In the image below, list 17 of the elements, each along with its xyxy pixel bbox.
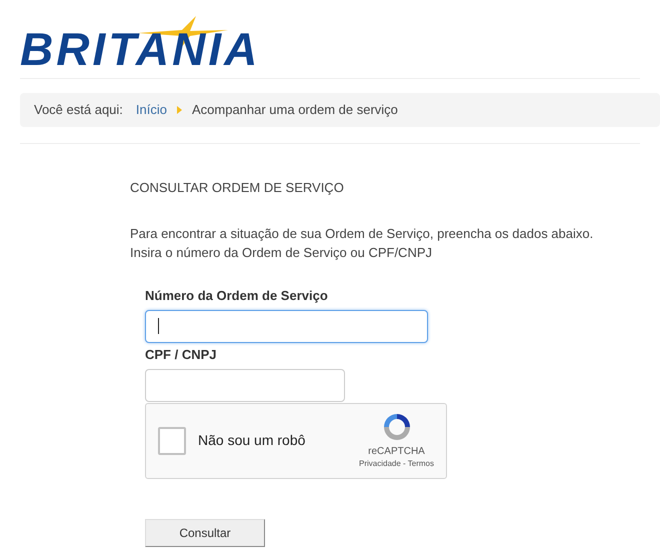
input-field[interactable] <box>145 368 345 402</box>
captcha-brand: reCAPTCHA <box>368 446 425 458</box>
breadcrumb-prefix: Você está aqui: <box>34 101 123 120</box>
logo: BRITANIA <box>20 16 266 74</box>
intro-text: Insira o número da Ordem de Serviço ou CPF/CNPJ <box>130 244 434 262</box>
submit-button[interactable]: Consultar <box>145 518 265 546</box>
breadcrumb-link[interactable]: Início <box>136 100 167 120</box>
captcha-label: Não sou um robô <box>198 431 306 450</box>
breadcrumb-current: Acompanhar uma ordem de serviço <box>192 101 398 120</box>
input-field[interactable] <box>145 310 428 342</box>
field-label: Número da Ordem de Serviço <box>145 288 329 304</box>
page-heading: CONSULTAR ORDEM DE SERVIÇO <box>130 179 345 197</box>
captcha-checkbox[interactable] <box>158 426 186 454</box>
chevron-icon <box>176 106 182 114</box>
captcha-links[interactable]: Privacidade - Termos <box>359 458 434 470</box>
field-label: CPF / CNPJ <box>145 346 218 362</box>
intro-text: Para encontrar a situação de sua Ordem de Serviço, preencha os dados abaixo. <box>130 224 594 242</box>
